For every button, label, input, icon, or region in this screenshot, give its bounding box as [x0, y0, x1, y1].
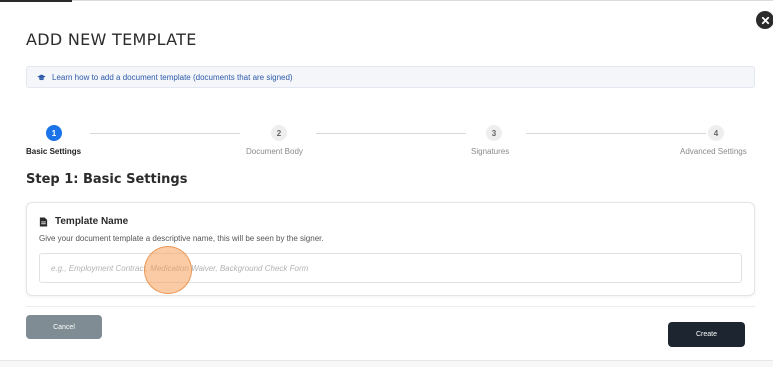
step-1-indicator[interactable]: 1 [46, 125, 62, 141]
step-1-label[interactable]: Basic Settings [26, 147, 81, 156]
close-icon [761, 16, 769, 24]
stepper: 1 Basic Settings 2 Document Body 3 Signa… [26, 125, 755, 159]
close-button[interactable] [756, 11, 773, 29]
help-banner: Learn how to add a document template (do… [26, 66, 755, 88]
background-page-strip [0, 360, 773, 367]
stepper-connector [90, 133, 240, 134]
step-heading: Step 1: Basic Settings [26, 172, 188, 187]
step-4-indicator[interactable]: 4 [708, 125, 724, 141]
cancel-button[interactable]: Cancel [26, 315, 102, 339]
step-2-indicator[interactable]: 2 [271, 125, 287, 141]
top-border [0, 0, 773, 1]
card-title: Template Name [39, 216, 128, 227]
step-3-indicator[interactable]: 3 [486, 125, 502, 141]
card-title-text: Template Name [55, 216, 129, 227]
template-name-card: Template Name Give your document templat… [26, 202, 755, 296]
template-name-input[interactable] [39, 253, 742, 283]
top-accent-bar [0, 0, 72, 2]
stepper-connector [526, 133, 706, 134]
help-link[interactable]: Learn how to add a document template (do… [52, 73, 293, 82]
step-3-label[interactable]: Signatures [471, 147, 509, 156]
stepper-connector [316, 133, 466, 134]
document-icon [39, 216, 48, 227]
footer-divider [26, 306, 755, 307]
modal-title: ADD NEW TEMPLATE [26, 30, 197, 49]
step-4-label[interactable]: Advanced Settings [680, 147, 747, 156]
create-button[interactable]: Create [668, 322, 745, 347]
card-description: Give your document template a descriptiv… [39, 234, 324, 243]
step-2-label[interactable]: Document Body [246, 147, 303, 156]
graduation-cap-icon [37, 74, 46, 80]
